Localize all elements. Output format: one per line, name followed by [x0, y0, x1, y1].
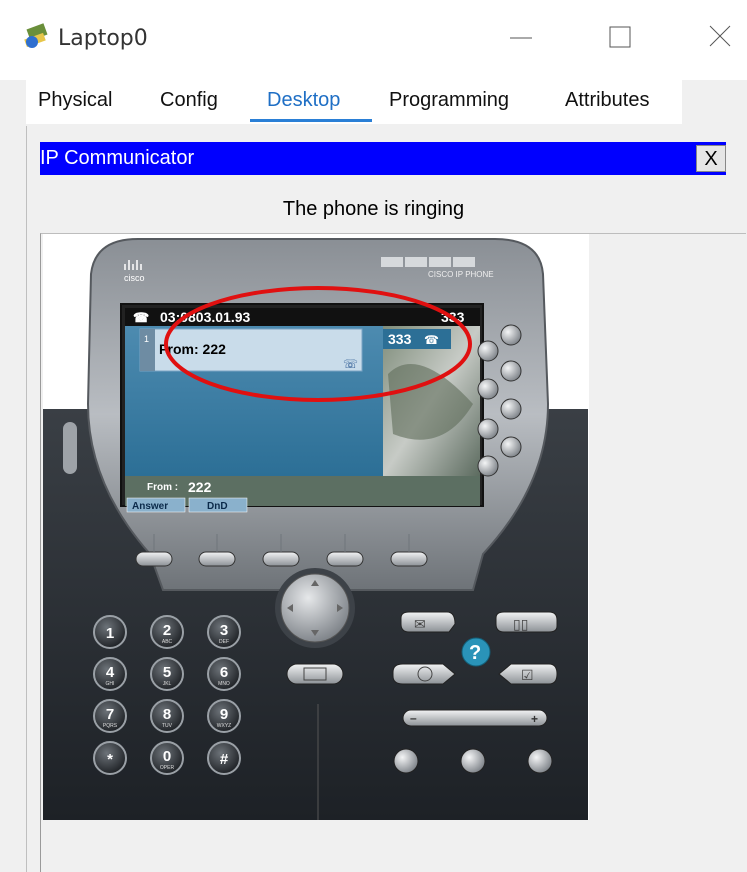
minimize-button[interactable]	[500, 18, 540, 58]
laptop-app-icon	[24, 23, 48, 48]
keypad-letters: GHI	[106, 681, 115, 687]
phone-status-text: The phone is ringing	[282, 198, 465, 220]
keypad-key[interactable]: *	[93, 741, 127, 775]
keypad-key[interactable]: 4GHI	[93, 657, 127, 691]
keypad-letters: MNO	[218, 681, 230, 687]
tab-physical[interactable]: Physical	[38, 89, 112, 112]
keypad-digit: #	[220, 751, 229, 768]
keypad-letters: PQRS	[103, 723, 118, 729]
maximize-button[interactable]	[600, 18, 640, 58]
keypad-letters: WXYZ	[217, 723, 231, 729]
keypad-letters: JKL	[163, 681, 172, 687]
speaker-button[interactable]	[527, 748, 553, 774]
tab-config[interactable]: Config	[160, 89, 218, 112]
model-text: CISCO IP PHONE	[428, 270, 494, 279]
keypad-key[interactable]: #	[207, 741, 241, 775]
softkey-button-1[interactable]	[135, 551, 173, 567]
line-button-7[interactable]	[500, 436, 522, 458]
line-button-6[interactable]	[477, 418, 499, 440]
line-button-4[interactable]	[477, 378, 499, 400]
keypad-key[interactable]: 2ABC	[150, 615, 184, 649]
headset-button[interactable]	[393, 748, 419, 774]
volume-plus: +	[531, 712, 538, 726]
keypad-digit: 7	[106, 706, 114, 723]
keypad-letters: OPER	[160, 765, 175, 771]
app-title-bar: IP Communicator	[40, 142, 726, 175]
brand-text: cisco	[124, 273, 145, 283]
active-tab-indicator	[250, 119, 372, 122]
keypad-digit: 4	[106, 664, 115, 681]
keypad-key[interactable]: 7PQRS	[93, 699, 127, 733]
help-icon: ?	[469, 642, 481, 664]
ip-phone: cisco CISCO IP PHONE ☎ 03:0803.01.93 333…	[43, 238, 588, 820]
keypad-key[interactable]: 6MNO	[207, 657, 241, 691]
close-window-button[interactable]	[700, 18, 740, 58]
checklist-icon: ☑	[521, 667, 534, 683]
softkey-button-4[interactable]	[326, 551, 364, 567]
keypad-letters: DEF	[219, 639, 229, 645]
volume-bar[interactable]: – +	[402, 709, 548, 727]
mute-button[interactable]	[460, 748, 486, 774]
hookswitch	[63, 422, 77, 474]
line-button-8[interactable]	[477, 455, 499, 477]
keypad-digit: 1	[106, 625, 114, 642]
line-button-2[interactable]	[477, 340, 499, 362]
envelope-icon: ✉	[414, 616, 426, 632]
video-button[interactable]	[286, 663, 344, 685]
keypad-digit: 0	[163, 748, 171, 765]
book-icon: ▯▯	[513, 616, 528, 632]
screen-time: 03:0803.01.93	[160, 309, 251, 325]
keypad-digit: 6	[220, 664, 228, 681]
from-number: 222	[188, 479, 212, 495]
line-extension: 333	[388, 331, 412, 347]
phone-screen: ☎ 03:0803.01.93 333 1 From: 222 ☏ 333 ☎ …	[120, 303, 484, 513]
softkey-button-3[interactable]	[262, 551, 300, 567]
from-label: From :	[147, 482, 178, 493]
keypad-key[interactable]: 9WXYZ	[207, 699, 241, 733]
keypad-digit: 8	[163, 706, 171, 723]
keypad-digit: *	[107, 751, 113, 768]
tab-desktop[interactable]: Desktop	[267, 89, 340, 112]
keypad-letters: TUV	[162, 723, 173, 729]
keypad-letters: ABC	[162, 639, 173, 645]
volume-minus: –	[410, 711, 417, 725]
navigation-cluster[interactable]	[275, 568, 355, 648]
keypad-key[interactable]: 1	[93, 615, 127, 649]
keypad-key[interactable]: 3DEF	[207, 615, 241, 649]
line-button-1[interactable]	[500, 324, 522, 346]
line-phone-icon: ☎	[424, 333, 439, 347]
tab-programming[interactable]: Programming	[389, 89, 509, 112]
softkey-answer[interactable]: Answer	[132, 501, 168, 512]
window-title: Laptop0	[58, 26, 148, 51]
keypad-digit: 3	[220, 622, 228, 639]
line-button-3[interactable]	[500, 360, 522, 382]
ringing-phone-icon: ☏	[343, 357, 358, 371]
softkey-dnd[interactable]: DnD	[207, 501, 228, 512]
softkey-button-5[interactable]	[390, 551, 428, 567]
softkey-button-2[interactable]	[198, 551, 236, 567]
header-icon: ☎	[133, 310, 149, 325]
tab-attributes[interactable]: Attributes	[565, 89, 649, 112]
messages-button[interactable]	[400, 611, 456, 633]
line-number: 1	[144, 334, 149, 344]
keypad-digit: 5	[163, 664, 171, 681]
keypad-key[interactable]: 0OPER	[150, 741, 184, 775]
app-close-button[interactable]: X	[696, 145, 726, 172]
keypad-key[interactable]: 5JKL	[150, 657, 184, 691]
app-title: IP Communicator	[40, 147, 195, 169]
keypad-digit: 9	[220, 706, 228, 723]
line-button-5[interactable]	[500, 398, 522, 420]
keypad-key[interactable]: 8TUV	[150, 699, 184, 733]
keypad-digit: 2	[163, 622, 171, 639]
